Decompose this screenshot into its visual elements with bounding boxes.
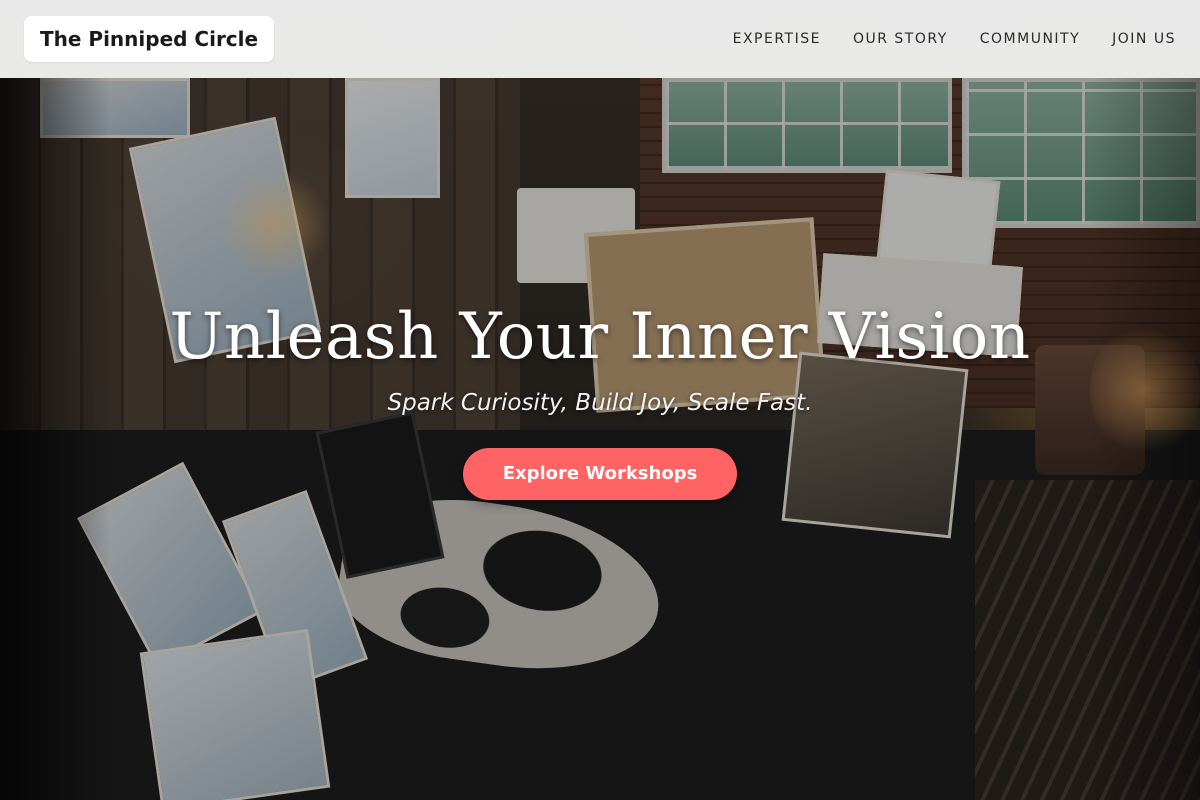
hero-title: Unleash Your Inner Vision	[169, 300, 1031, 374]
explore-workshops-button[interactable]: Explore Workshops	[462, 448, 738, 500]
nav-link-our-story[interactable]: OUR STORY	[853, 31, 948, 47]
site-header: The Pinniped Circle EXPERTISE OUR STORY …	[0, 0, 1200, 78]
hero-section: Unleash Your Inner Vision Spark Curiosit…	[0, 0, 1200, 800]
main-nav: EXPERTISE OUR STORY COMMUNITY JOIN US	[733, 31, 1176, 47]
hero-subtitle: Spark Curiosity, Build Joy, Scale Fast.	[387, 390, 813, 416]
nav-link-expertise[interactable]: EXPERTISE	[733, 31, 821, 47]
site-logo[interactable]: The Pinniped Circle	[24, 16, 275, 62]
hero-content: Unleash Your Inner Vision Spark Curiosit…	[0, 300, 1200, 500]
nav-link-join-us[interactable]: JOIN US	[1112, 31, 1176, 47]
nav-link-community[interactable]: COMMUNITY	[980, 31, 1080, 47]
